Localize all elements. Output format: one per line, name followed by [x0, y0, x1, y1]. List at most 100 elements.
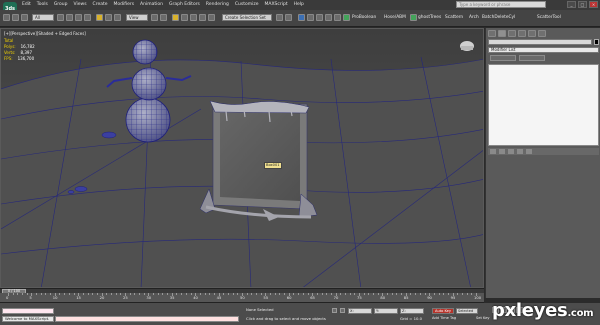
- menu-group[interactable]: Group: [54, 1, 68, 9]
- menu-modifiers[interactable]: Modifiers: [114, 1, 135, 9]
- select-object-icon[interactable]: [57, 14, 64, 21]
- remove-modifier-icon[interactable]: [517, 149, 523, 154]
- toolbar-arch-button[interactable]: Arch: [469, 15, 479, 20]
- trackbar-tick: [461, 293, 463, 295]
- trackbar-frame-label: 30: [146, 296, 152, 300]
- move-icon[interactable]: [96, 14, 103, 21]
- search-input[interactable]: Type a keyword or phrase: [456, 1, 546, 8]
- pivot-center-icon[interactable]: [151, 14, 158, 21]
- trackbar-tick: [349, 293, 351, 295]
- trackbar-tick: [167, 293, 169, 295]
- modifier-list-dropdown[interactable]: Modifier List: [488, 47, 599, 53]
- object-name-field[interactable]: [488, 39, 592, 45]
- mirror-icon[interactable]: [276, 14, 283, 21]
- layer-manager-icon[interactable]: [298, 14, 305, 21]
- menu-rendering[interactable]: Rendering: [206, 1, 229, 9]
- render-setup-icon[interactable]: [334, 14, 341, 21]
- toolbar-scattertool-button[interactable]: ScatterTool: [537, 15, 561, 20]
- edit-named-selection-icon[interactable]: [208, 14, 215, 21]
- trackbar-tick: [115, 293, 117, 295]
- trackbar-tick: [251, 293, 253, 295]
- maxscript-input[interactable]: [55, 316, 239, 322]
- rect-selection-icon[interactable]: [75, 14, 82, 21]
- key-filter-dropdown[interactable]: Selected: [456, 308, 478, 314]
- menu-create[interactable]: Create: [93, 1, 108, 9]
- window-crossing-icon[interactable]: [84, 14, 91, 21]
- close-button[interactable]: ×: [589, 1, 598, 8]
- make-unique-icon[interactable]: [508, 149, 514, 154]
- create-tab-icon[interactable]: [488, 30, 496, 37]
- spinner-snap-icon[interactable]: [199, 14, 206, 21]
- menu-views[interactable]: Views: [74, 1, 87, 9]
- perspective-viewport[interactable]: [+][Perspective][Shaded + Edged Faces] T…: [0, 28, 484, 288]
- menu-maxscript[interactable]: MAXScript: [265, 1, 288, 9]
- object-color-swatch[interactable]: [594, 39, 599, 45]
- render-icon[interactable]: [343, 14, 350, 21]
- x-coordinate-field[interactable]: X:: [348, 308, 372, 314]
- trackbar-tick: [415, 293, 417, 295]
- minimize-button[interactable]: _: [567, 1, 576, 8]
- z-coordinate-field[interactable]: Z:: [400, 308, 424, 314]
- lock-selection-icon[interactable]: [332, 308, 337, 313]
- auto-key-button[interactable]: Auto Key: [432, 308, 454, 314]
- link-icon[interactable]: [21, 14, 28, 21]
- select-manipulate-icon[interactable]: [160, 14, 167, 21]
- scale-icon[interactable]: [114, 14, 121, 21]
- selection-filter-dropdown[interactable]: All: [32, 14, 54, 21]
- set-key-button[interactable]: Set Key: [476, 316, 490, 320]
- align-icon[interactable]: [285, 14, 292, 21]
- maximize-button[interactable]: □: [578, 1, 587, 8]
- display-tab-icon[interactable]: [528, 30, 536, 37]
- teapot-preview-icon[interactable]: [460, 41, 474, 51]
- toolbar-scattern-button[interactable]: Scattern: [445, 15, 463, 20]
- modifier-stack[interactable]: [488, 64, 599, 146]
- pin-stack-icon[interactable]: [490, 149, 496, 154]
- redo-icon[interactable]: [12, 14, 19, 21]
- toolbar-proboolean-button[interactable]: ProBoolean: [352, 15, 376, 20]
- utilities-tab-icon[interactable]: [538, 30, 546, 37]
- reference-coordinate-dropdown[interactable]: View: [126, 14, 148, 21]
- menu-tools[interactable]: Tools: [37, 1, 48, 9]
- toolbar-batchdelete-button[interactable]: BatchDeleteCyl: [482, 15, 515, 20]
- rotate-icon[interactable]: [105, 14, 112, 21]
- modifier-button-2[interactable]: [519, 55, 545, 61]
- configure-sets-icon[interactable]: [526, 149, 532, 154]
- trackbar-tick: [204, 293, 206, 295]
- toolbar-hose-button[interactable]: Hose/ABM: [384, 15, 406, 20]
- motion-tab-icon[interactable]: [518, 30, 526, 37]
- menu-animation[interactable]: Animation: [140, 1, 163, 9]
- trackbar-tick: [401, 293, 403, 295]
- stats-row-fps: FPS: 136,700: [4, 56, 35, 62]
- maxscript-output[interactable]: Welcome to MAXScript.: [2, 316, 54, 322]
- ghost-trees-icon[interactable]: [410, 14, 417, 21]
- toolbar-ghosttrees-button[interactable]: ghostTrees: [418, 15, 441, 20]
- trackbar-tick: [129, 293, 131, 295]
- watermark-main: pxleyes: [492, 300, 568, 321]
- menu-graph-editors[interactable]: Graph Editors: [169, 1, 200, 9]
- angle-snap-icon[interactable]: [181, 14, 188, 21]
- y-coordinate-field[interactable]: Y:: [374, 308, 398, 314]
- trackbar-tick: [68, 293, 70, 295]
- trackbar-tick: [176, 293, 178, 295]
- modifier-button-1[interactable]: [490, 55, 516, 61]
- curve-editor-icon[interactable]: [307, 14, 314, 21]
- percent-snap-icon[interactable]: [190, 14, 197, 21]
- named-selection-set-dropdown[interactable]: Create Selection Set: [222, 14, 272, 21]
- menu-customize[interactable]: Customize: [235, 1, 259, 9]
- add-time-tag[interactable]: Add Time Tag: [432, 316, 456, 320]
- maxscript-mini-listener[interactable]: [2, 308, 54, 314]
- viewport-label[interactable]: [+][Perspective][Shaded + Edged Faces]: [4, 31, 86, 36]
- menu-edit[interactable]: Edit: [22, 1, 31, 9]
- material-editor-icon[interactable]: [325, 14, 332, 21]
- select-by-name-icon[interactable]: [66, 14, 73, 21]
- show-end-result-icon[interactable]: [499, 149, 505, 154]
- undo-icon[interactable]: [3, 14, 10, 21]
- signboard-model[interactable]: [199, 100, 318, 221]
- trackbar[interactable]: 0 5 10 15 20 25 30 35 40 45 50 55 60 65 70 75 80 85 90 95 10…: [0, 293, 484, 303]
- snaps-toggle-icon[interactable]: [172, 14, 179, 21]
- menu-help[interactable]: Help: [294, 1, 304, 9]
- hierarchy-tab-icon[interactable]: [508, 30, 516, 37]
- modify-tab-icon[interactable]: [498, 30, 506, 37]
- schematic-view-icon[interactable]: [316, 14, 323, 21]
- absolute-mode-icon[interactable]: [340, 308, 345, 313]
